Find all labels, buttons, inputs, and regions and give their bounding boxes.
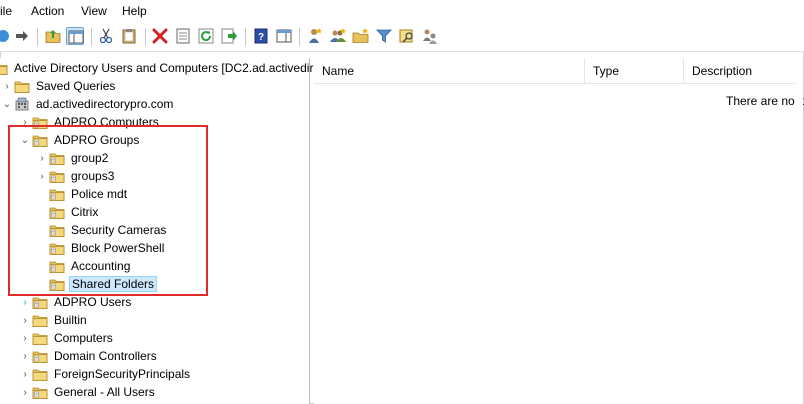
filter-icon[interactable] <box>375 27 393 45</box>
tree-item-label: ForeignSecurityPrincipals <box>54 367 191 381</box>
toolbar-separator <box>37 28 38 46</box>
toolbar: ? <box>0 22 804 52</box>
folder-icon <box>32 333 48 345</box>
new-group-icon[interactable] <box>329 27 347 45</box>
menu-help[interactable]: Help <box>122 4 147 18</box>
chevron-right-icon[interactable]: › <box>18 347 32 365</box>
tree-item-computers[interactable]: › Computers <box>18 329 115 347</box>
folder-icon <box>32 315 48 327</box>
tree-item-label: Builtin <box>54 313 87 327</box>
tree-item-label: ADPRO Users <box>54 295 132 309</box>
chevron-down-icon[interactable]: ⌄ <box>0 95 14 113</box>
tree-item-foreign-security-principals[interactable]: › ForeignSecurityPrincipals <box>18 365 192 383</box>
tree-item-label: Saved Queries <box>36 79 116 93</box>
toolbar-separator <box>145 28 146 46</box>
tree-item-label: Active Directory Users and Computers [DC… <box>14 61 314 75</box>
find-icon[interactable] <box>398 27 416 45</box>
tree-item-saved-queries[interactable]: › Saved Queries <box>0 77 117 95</box>
export-icon[interactable] <box>220 27 238 45</box>
folder-icon <box>14 81 30 93</box>
back-icon[interactable] <box>0 27 12 45</box>
forward-icon[interactable] <box>13 27 31 45</box>
delete-icon[interactable] <box>151 27 169 45</box>
svg-text:?: ? <box>258 32 264 43</box>
folder-icon <box>32 369 48 381</box>
chevron-right-icon[interactable]: › <box>0 77 14 95</box>
empty-list-message: There are no it <box>726 94 804 108</box>
column-name[interactable]: Name <box>314 58 585 84</box>
ou-icon <box>32 351 48 363</box>
console-icon[interactable] <box>275 27 293 45</box>
up-folder-icon[interactable] <box>44 27 62 45</box>
menu-view[interactable]: View <box>81 4 107 18</box>
new-user-icon[interactable] <box>306 27 324 45</box>
cut-icon[interactable] <box>97 27 115 45</box>
help-icon[interactable]: ? <box>252 27 270 45</box>
tree-item-label: Computers <box>54 331 113 345</box>
tree-item-domain[interactable]: ⌄ ad.activedirectorypro.com <box>0 95 175 113</box>
chevron-right-icon[interactable]: › <box>18 329 32 347</box>
tree-item-label: ad.activedirectorypro.com <box>36 97 174 111</box>
column-type[interactable]: Type <box>585 58 684 84</box>
ou-icon <box>32 387 48 399</box>
clipboard-icon[interactable] <box>120 27 138 45</box>
toolbar-separator <box>299 28 300 46</box>
toolbar-separator <box>91 28 92 46</box>
toolbar-separator <box>245 28 246 46</box>
chevron-right-icon[interactable]: › <box>18 311 32 329</box>
chevron-right-icon[interactable]: › <box>18 383 32 401</box>
domain-icon <box>15 97 29 111</box>
chevron-right-icon[interactable]: › <box>18 365 32 383</box>
tree-item-label: General - All Users <box>54 385 155 399</box>
menu-action[interactable]: Action <box>31 4 64 18</box>
column-header: Name Type Description <box>314 58 803 84</box>
tree-item-label: Domain Controllers <box>54 349 157 363</box>
refresh-icon[interactable] <box>197 27 215 45</box>
tree-item-root[interactable]: Active Directory Users and Computers [DC… <box>0 59 315 77</box>
ou-icon <box>32 297 48 309</box>
tree-item-domain-controllers[interactable]: › Domain Controllers <box>18 347 159 365</box>
tree-item-builtin[interactable]: › Builtin <box>18 311 89 329</box>
details-pane: Name Type Description There are no it <box>314 58 804 404</box>
add-to-group-icon[interactable] <box>421 27 439 45</box>
properties-icon[interactable] <box>174 27 192 45</box>
tree-item-general-all-users[interactable]: › General - All Users <box>18 383 157 401</box>
menu-bar: ile Action View Help <box>0 0 804 22</box>
new-ou-icon[interactable] <box>352 27 370 45</box>
menu-file[interactable]: ile <box>0 4 12 18</box>
annotation-highlight-box <box>8 125 208 296</box>
column-description[interactable]: Description <box>684 58 803 84</box>
vertical-scrollbar[interactable] <box>795 58 803 404</box>
show-tree-icon[interactable] <box>66 27 84 45</box>
ad-console-icon <box>0 63 8 75</box>
